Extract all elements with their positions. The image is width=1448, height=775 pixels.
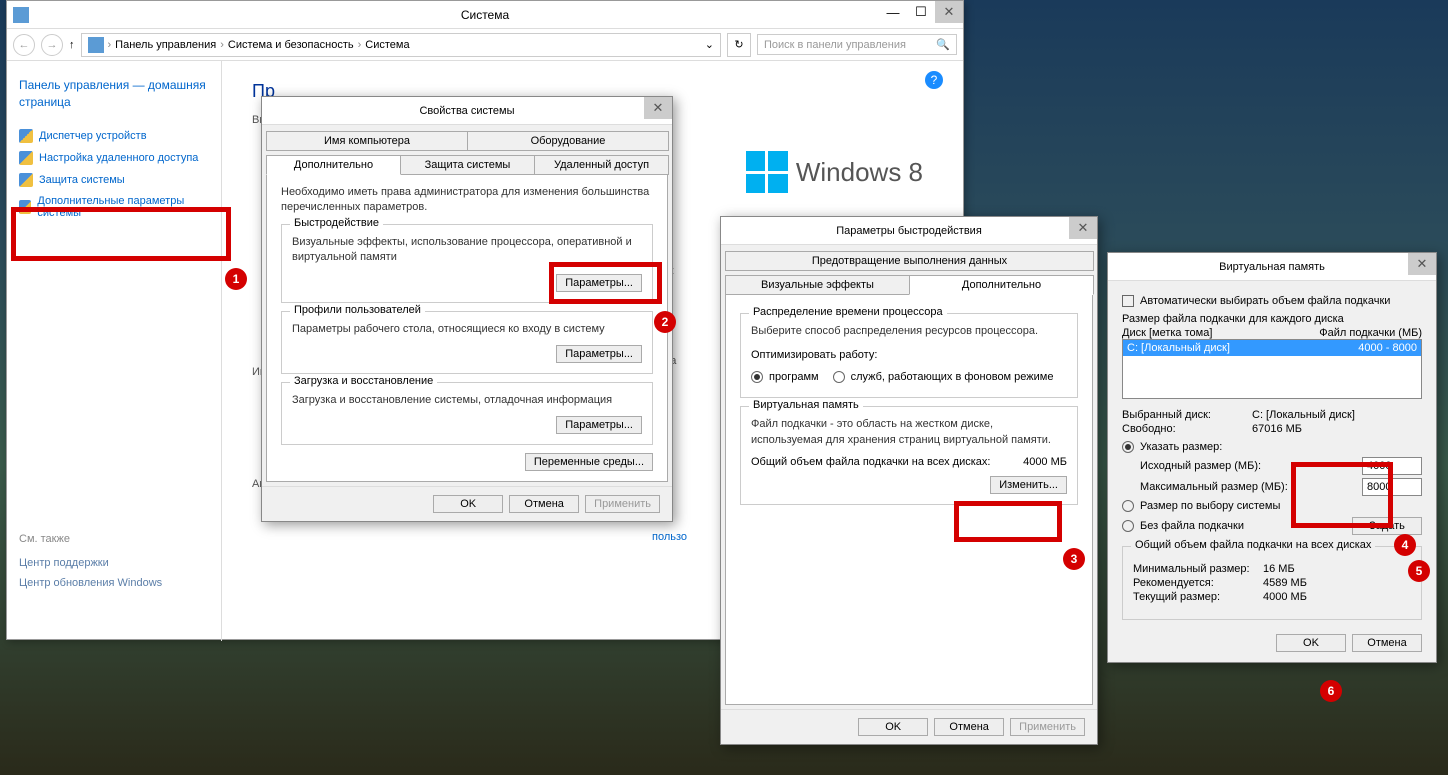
nav-bar: ← → ↑ › Панель управления › Система и бе…: [7, 29, 963, 61]
dialog-title: Виртуальная память ✕: [1108, 253, 1436, 281]
annotation-badge-5: 5: [1408, 560, 1430, 582]
max-size-input[interactable]: [1362, 478, 1422, 496]
initial-size-input[interactable]: [1362, 457, 1422, 475]
pc-icon: [88, 37, 104, 53]
annotation-badge-4: 4: [1394, 534, 1416, 556]
cancel-button[interactable]: Отмена: [509, 495, 579, 513]
ok-button[interactable]: OK: [1276, 634, 1346, 652]
up-button[interactable]: ↑: [69, 39, 75, 51]
sidebar-item-protection[interactable]: Защита системы: [19, 169, 209, 191]
window-title: Система: [461, 8, 509, 22]
auto-manage-checkbox[interactable]: Автоматически выбирать объем файла подка…: [1122, 295, 1422, 307]
refresh-button[interactable]: ↻: [727, 33, 751, 57]
tab-dep[interactable]: Предотвращение выполнения данных: [725, 251, 1094, 271]
breadcrumb[interactable]: › Панель управления › Система и безопасн…: [81, 33, 722, 57]
performance-group: Быстродействие Визуальные эффекты, испол…: [281, 224, 653, 303]
system-icon: [13, 7, 29, 23]
annotation-badge-2: 2: [654, 311, 676, 333]
titlebar: Система — ☐ ✕: [7, 1, 963, 29]
system-properties-dialog: Свойства системы ✕ Имя компьютера Оборуд…: [261, 96, 673, 522]
annotation-badge-1: 1: [225, 268, 247, 290]
cancel-button[interactable]: Отмена: [934, 718, 1004, 736]
performance-options-dialog: Параметры быстродействия ✕ Предотвращени…: [720, 216, 1098, 745]
ok-button[interactable]: OK: [858, 718, 928, 736]
shield-icon: [19, 151, 33, 165]
profiles-group: Профили пользователей Параметры рабочего…: [281, 311, 653, 374]
disk-row[interactable]: C: [Локальный диск] 4000 - 8000: [1123, 340, 1421, 356]
dialog-title: Параметры быстродействия ✕: [721, 217, 1097, 245]
maximize-button[interactable]: ☐: [907, 1, 935, 23]
forward-button[interactable]: →: [41, 34, 63, 56]
shield-icon: [19, 129, 33, 143]
tab-remote[interactable]: Удаленный доступ: [534, 155, 669, 175]
related-link-update[interactable]: Центр обновления Windows: [19, 573, 209, 593]
sidebar-item-device-manager[interactable]: Диспетчер устройств: [19, 125, 209, 147]
radio-services[interactable]: служб, работающих в фоновом режиме: [833, 371, 1054, 383]
env-vars-button[interactable]: Переменные среды...: [525, 453, 653, 471]
annotation-badge-3: 3: [1063, 548, 1085, 570]
change-button[interactable]: Изменить...: [990, 476, 1067, 494]
shield-icon: [19, 200, 31, 214]
disk-list[interactable]: C: [Локальный диск] 4000 - 8000: [1122, 339, 1422, 399]
os-logo: Windows 8: [746, 151, 923, 193]
related-heading: См. также: [19, 533, 209, 545]
boot-settings-button[interactable]: Параметры...: [556, 416, 642, 434]
windows-logo-icon: [746, 151, 788, 193]
tab-hardware[interactable]: Оборудование: [467, 131, 669, 151]
minimize-button[interactable]: —: [879, 1, 907, 23]
tab-visual[interactable]: Визуальные эффекты: [725, 275, 910, 295]
tab-advanced[interactable]: Дополнительно: [266, 155, 401, 175]
tab-protection[interactable]: Защита системы: [400, 155, 535, 175]
help-icon[interactable]: ?: [925, 71, 943, 89]
close-button[interactable]: ✕: [1408, 253, 1436, 275]
total-paging-group: Общий объем файла подкачки на всех диска…: [1122, 546, 1422, 620]
radio-custom-size[interactable]: Указать размер:: [1122, 441, 1422, 453]
virtual-memory-group: Виртуальная память Файл подкачки - это о…: [740, 406, 1078, 505]
dialog-title: Свойства системы ✕: [262, 97, 672, 125]
shield-icon: [19, 173, 33, 187]
annotation-badge-6: 6: [1320, 680, 1342, 702]
search-input[interactable]: Поиск в панели управления 🔍: [757, 34, 957, 55]
breadcrumb-dropdown-icon[interactable]: ⌄: [705, 38, 714, 51]
close-button[interactable]: ✕: [935, 1, 963, 23]
sidebar-item-advanced[interactable]: Дополнительные параметры системы: [19, 191, 209, 223]
set-button[interactable]: Задать: [1352, 517, 1422, 535]
radio-programs[interactable]: программ: [751, 371, 819, 383]
boot-group: Загрузка и восстановление Загрузка и вос…: [281, 382, 653, 445]
close-button[interactable]: ✕: [644, 97, 672, 119]
profiles-settings-button[interactable]: Параметры...: [556, 345, 642, 363]
apply-button[interactable]: Применить: [585, 495, 660, 513]
radio-no-paging[interactable]: Без файла подкачки: [1122, 520, 1244, 532]
performance-settings-button[interactable]: Параметры...: [556, 274, 642, 292]
ok-button[interactable]: OK: [433, 495, 503, 513]
cancel-button[interactable]: Отмена: [1352, 634, 1422, 652]
sidebar: Панель управления — домашняя страница Ди…: [7, 61, 222, 641]
close-button[interactable]: ✕: [1069, 217, 1097, 239]
search-icon: 🔍: [936, 38, 950, 51]
back-button[interactable]: ←: [13, 34, 35, 56]
radio-system-size[interactable]: Размер по выбору системы: [1122, 500, 1422, 512]
sidebar-item-remote[interactable]: Настройка удаленного доступа: [19, 147, 209, 169]
sidebar-home-link[interactable]: Панель управления — домашняя страница: [19, 77, 209, 111]
cpu-scheduling-group: Распределение времени процессора Выберит…: [740, 313, 1078, 398]
related-link-support[interactable]: Центр поддержки: [19, 553, 209, 573]
tab-computer-name[interactable]: Имя компьютера: [266, 131, 468, 151]
apply-button[interactable]: Применить: [1010, 718, 1085, 736]
virtual-memory-dialog: Виртуальная память ✕ Автоматически выбир…: [1107, 252, 1437, 663]
tab-advanced[interactable]: Дополнительно: [909, 275, 1094, 295]
